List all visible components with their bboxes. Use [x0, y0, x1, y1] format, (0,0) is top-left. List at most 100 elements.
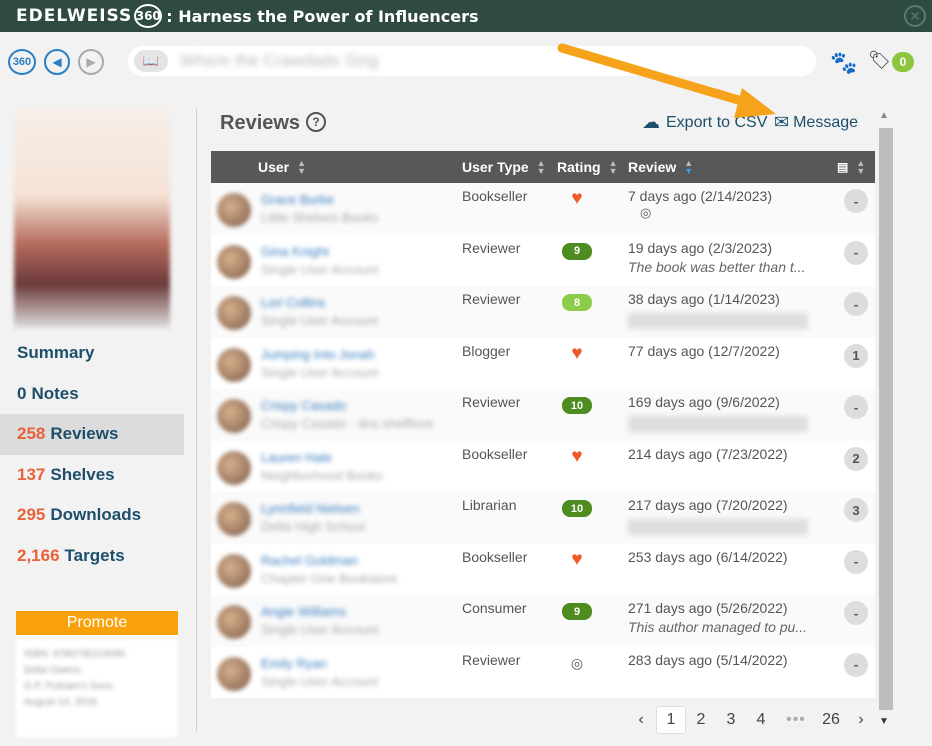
comment-count-badge[interactable]: - — [844, 395, 868, 419]
avatar[interactable] — [217, 193, 251, 227]
table-row[interactable]: Gina Knight Single User Account Reviewer 9 1… — [211, 234, 875, 286]
comment-count-badge[interactable]: - — [844, 189, 868, 213]
page-current[interactable]: 1 — [656, 706, 686, 734]
comment-count-badge[interactable]: - — [844, 240, 868, 265]
header-user[interactable]: User ▲ ▼ — [258, 151, 306, 183]
header-review[interactable]: Review ▲ ▼ — [628, 151, 693, 183]
comment-count-badge[interactable]: 2 — [844, 446, 868, 471]
sidebar-item-downloads[interactable]: 295 Downloads — [0, 495, 184, 536]
avatar[interactable] — [217, 656, 251, 691]
heart-icon: ♥ — [571, 445, 583, 467]
reviews-table: User ▲ ▼ User Type ▲ ▼ Rating ▲ ▼ Review ▲ ▼… — [211, 151, 875, 698]
review-cell[interactable]: 19 days ago (2/3/2023) The book was bette… — [628, 240, 828, 275]
book-icon: 📖 — [134, 50, 168, 72]
export-csv-link[interactable]: ☁ Export to CSV — [642, 112, 767, 133]
close-icon[interactable]: ✕ — [904, 5, 926, 27]
avatar[interactable] — [217, 399, 251, 433]
sidebar-item-label: Reviews — [50, 424, 119, 444]
review-cell[interactable]: 271 days ago (5/26/2022) This author mana… — [628, 600, 828, 635]
review-cell[interactable]: 169 days ago (9/6/2022) — [628, 394, 828, 432]
sidebar-item-targets[interactable]: 2,166 Targets — [0, 536, 184, 577]
table-row[interactable]: Lori Collins Single User Account Reviewer 8… — [211, 286, 875, 338]
user-name-link[interactable]: Emily Ryan Single User Account — [261, 655, 461, 691]
user-name-link[interactable]: Crispy Casado Crispy Casado - dns.shelflo… — [261, 397, 461, 433]
user-name-link[interactable]: Lauren Hale Neighborhood Books — [261, 449, 461, 485]
book-title-bar[interactable]: 📖 Where the Crawdads Sing — [128, 46, 816, 76]
comment-count-badge[interactable]: 1 — [844, 343, 868, 368]
sidebar-item-summary[interactable]: Summary — [0, 333, 184, 374]
user-org: Single User Account — [261, 261, 379, 277]
scroll-up-icon[interactable]: ▲ — [879, 110, 889, 121]
comment-count-badge[interactable]: - — [844, 601, 868, 625]
sidebar-item-shelves[interactable]: 137 Shelves — [0, 455, 184, 496]
avatar[interactable] — [217, 502, 251, 536]
home-360-button[interactable]: 360 — [8, 49, 36, 75]
table-row[interactable]: Angie Williams Single User Account Consume… — [211, 595, 875, 647]
page-link-last[interactable]: 26 — [816, 711, 846, 729]
user-org: Crispy Casado - dns.shelflove — [261, 416, 434, 431]
user-name-link[interactable]: Rachel Goldman Chapter One Bookstore — [261, 552, 461, 588]
scroll-down-icon[interactable]: ▼ — [879, 716, 889, 727]
tag-icon[interactable]: 🏷 — [868, 50, 891, 71]
heart-icon: ♥ — [571, 342, 583, 364]
next-page-icon[interactable]: › — [846, 711, 876, 729]
review-cell[interactable]: 217 days ago (7/20/2022) — [628, 497, 828, 535]
avatar[interactable] — [217, 450, 251, 485]
user-org: Single User Account — [261, 673, 379, 689]
review-cell[interactable]: 214 days ago (7/23/2022) — [628, 446, 828, 462]
message-link[interactable]: ✉ Message — [774, 112, 858, 133]
tag-count-badge: 0 — [892, 52, 914, 72]
table-row[interactable]: Grace Burke Little Shelves Books Bookselle… — [211, 183, 875, 235]
page-link[interactable]: 4 — [746, 711, 776, 729]
user-org: Neighborhood Books — [261, 467, 383, 483]
comment-count-badge[interactable]: - — [844, 652, 868, 677]
page-link[interactable]: 3 — [716, 711, 746, 729]
avatar[interactable] — [217, 553, 251, 588]
page-link[interactable]: 2 — [686, 711, 716, 729]
user-name-link[interactable]: Lori Collins Single User Account — [261, 294, 461, 330]
header-column-options[interactable]: ▤ ▲ ▼ — [837, 151, 865, 183]
scrollbar[interactable]: ▲ ▼ — [876, 108, 894, 733]
review-cell[interactable]: 283 days ago (5/14/2022) — [628, 652, 828, 668]
table-row[interactable]: Lynnfield Nielsen Delta High School Librar… — [211, 492, 875, 544]
sort-icon: ▲ ▼ — [536, 158, 546, 176]
user-name-link[interactable]: Gina Knight Single User Account — [261, 243, 461, 279]
avatar[interactable] — [217, 605, 251, 639]
table-row[interactable]: Rachel Goldman Chapter One Bookstore Books… — [211, 543, 875, 595]
review-cell[interactable]: 253 days ago (6/14/2022) — [628, 549, 828, 565]
table-row[interactable]: Jumping Into Jonah Single User Account Blo… — [211, 337, 875, 389]
rating-cell: ♥ — [557, 445, 597, 467]
review-cell[interactable]: 77 days ago (12/7/2022) — [628, 343, 828, 359]
sidebar-item-reviews[interactable]: 258 Reviews — [0, 414, 184, 455]
user-name-link[interactable]: Jumping Into Jonah Single User Account — [261, 346, 461, 382]
back-arrow-icon[interactable]: ◀ — [44, 49, 70, 75]
table-row[interactable]: Crispy Casado Crispy Casado - dns.shelflo… — [211, 389, 875, 441]
user-name: Jumping Into Jonah — [261, 346, 375, 362]
prev-page-icon[interactable]: ‹ — [626, 711, 656, 729]
user-name-link[interactable]: Grace Burke Little Shelves Books — [261, 191, 461, 227]
book-cover-image[interactable] — [14, 108, 170, 328]
comment-count-badge[interactable]: - — [844, 292, 868, 316]
avatar[interactable] — [217, 244, 251, 279]
user-name-link[interactable]: Angie Williams Single User Account — [261, 603, 461, 639]
header-label: User Type — [462, 159, 529, 175]
comment-count-badge[interactable]: 3 — [844, 498, 868, 522]
avatar[interactable] — [217, 347, 251, 382]
book-isbn: ISBN: 9780735219090 — [24, 649, 126, 660]
help-icon[interactable]: ? — [306, 112, 326, 132]
review-snippet: This author managed to pu... — [628, 619, 807, 635]
comment-count-badge[interactable]: - — [844, 549, 868, 574]
header-rating[interactable]: Rating ▲ ▼ — [557, 151, 617, 183]
header-user-type[interactable]: User Type ▲ ▼ — [462, 151, 546, 183]
avatar[interactable] — [217, 296, 251, 330]
user-name-link[interactable]: Lynnfield Nielsen Delta High School — [261, 500, 461, 536]
table-row[interactable]: Emily Ryan Single User Account Reviewer ◎ 28… — [211, 646, 875, 698]
scrollbar-thumb[interactable] — [879, 128, 893, 710]
promote-button[interactable]: Promote — [16, 611, 178, 637]
table-row[interactable]: Lauren Hale Neighborhood Books Bookseller ♥… — [211, 440, 875, 492]
sidebar-item-notes[interactable]: 0 Notes — [0, 374, 184, 415]
review-cell[interactable]: 38 days ago (1/14/2023) — [628, 291, 828, 329]
forward-arrow-icon[interactable]: ▶ — [78, 49, 104, 75]
review-cell[interactable]: 7 days ago (2/14/2023) ◎ — [628, 188, 828, 221]
paw-icon[interactable]: 🐾 — [830, 50, 857, 76]
